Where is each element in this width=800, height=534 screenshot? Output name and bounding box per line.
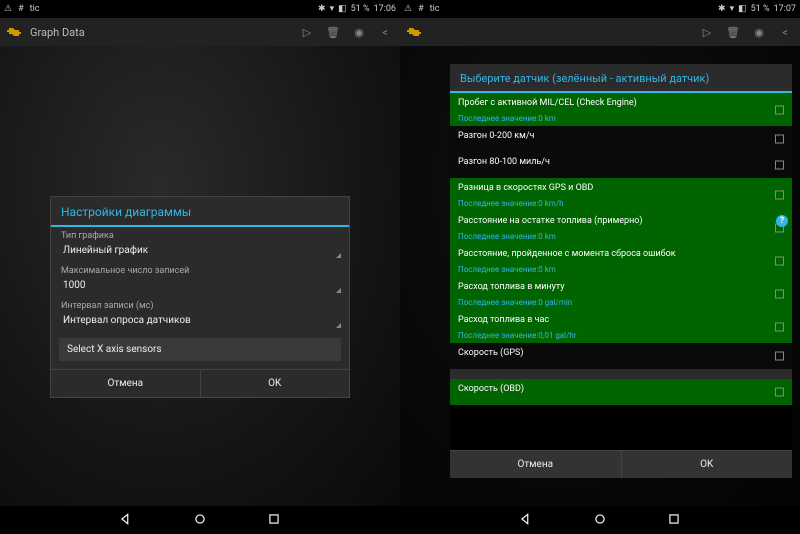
signal-icon: ▾ (330, 4, 335, 14)
content-area: Настройки диаграммы Тип графика Линейный… (0, 46, 400, 506)
play-icon[interactable]: ▷ (298, 26, 316, 39)
target-icon[interactable]: ◉ (750, 26, 768, 39)
recents-button[interactable] (667, 511, 681, 530)
battery-pct: 51 % (351, 4, 370, 14)
hash-icon: # (418, 4, 424, 14)
sensor-item[interactable]: Разгон 80-100 миль/ч (450, 152, 792, 178)
sensor-item[interactable]: Расстояние на остатке топлива (примерно)… (450, 211, 792, 244)
sensor-list[interactable]: Пробег с активной MIL/CEL (Check Engine)… (450, 93, 792, 450)
sensor-item[interactable]: Скорость (GPS) (450, 343, 792, 369)
navbar (0, 506, 400, 534)
dialog-title: Настройки диаграммы (51, 197, 349, 227)
sensor-checkbox[interactable] (775, 322, 784, 331)
home-button[interactable] (593, 511, 607, 530)
warn-icon: ⚠ (404, 4, 412, 14)
trash-icon[interactable]: 🗑 (324, 26, 342, 39)
dialog-title: Выберите датчик (зелённый - активный дат… (450, 64, 792, 93)
tic-label: tic (30, 4, 40, 14)
sensor-item[interactable]: Пробег с активной MIL/CEL (Check Engine)… (450, 93, 792, 126)
sensor-item[interactable]: Разница в скоростях GPS и OBD Последнее з… (450, 178, 792, 211)
bluetooth-icon: ✱ (318, 4, 326, 14)
cancel-button[interactable]: Отмена (450, 451, 622, 478)
trash-icon[interactable]: 🗑 (724, 26, 742, 39)
sensor-last-value: Последнее значение:0 km (458, 114, 784, 123)
share-icon[interactable]: < (776, 26, 794, 39)
sensor-checkbox[interactable] (775, 105, 784, 114)
sensor-checkbox[interactable] (775, 289, 784, 298)
clock: 17:06 (374, 4, 396, 14)
engine-icon (6, 26, 22, 38)
play-icon[interactable]: ▷ (698, 26, 716, 39)
battery-pct: 51 % (751, 4, 770, 14)
recents-button[interactable] (267, 511, 281, 530)
clock: 17:07 (774, 4, 796, 14)
sensor-checkbox[interactable] (775, 135, 784, 144)
sensor-last-value: Последнее значение:0 km (458, 232, 784, 241)
content-area: Выберите датчик (зелённый - активный дат… (400, 46, 800, 506)
bluetooth-icon: ✱ (718, 4, 726, 14)
field-interval[interactable]: Интервал записи (мс) Интервал опроса дат… (51, 297, 349, 332)
sensor-checkbox[interactable] (775, 190, 784, 199)
sensor-title: Скорость (GPS) (458, 348, 784, 358)
select-x-axis-button[interactable]: Select X axis sensors (59, 338, 341, 361)
statusbar: ⚠ # tic ✱ ▾ ◧ 51 % 17:07 (400, 0, 800, 18)
sensor-item[interactable]: Расстояние, пройденное с момента сброса … (450, 244, 792, 277)
sensor-last-value: Последнее значение:0 km (458, 265, 784, 274)
battery-icon: ◧ (738, 4, 747, 14)
appbar: Graph Data ▷ 🗑 ◉ < (0, 18, 400, 46)
sensor-last-value: Последнее значение:0 gal/min (458, 298, 784, 307)
sensor-item[interactable]: Разгон 0-200 км/ч (450, 126, 792, 152)
signal-icon: ▾ (730, 4, 735, 14)
home-button[interactable] (193, 511, 207, 530)
ok-button[interactable]: OK (201, 370, 350, 397)
target-icon[interactable]: ◉ (350, 26, 368, 39)
sensor-title: Разница в скоростях GPS и OBD (458, 183, 784, 193)
hash-icon: # (18, 4, 24, 14)
back-button[interactable] (519, 511, 533, 530)
field-chart-type[interactable]: Тип графика Линейный график (51, 227, 349, 262)
sensor-select-dialog: Выберите датчик (зелённый - активный дат… (450, 64, 792, 478)
chart-settings-dialog: Настройки диаграммы Тип графика Линейный… (50, 196, 350, 398)
appbar: Graph Data ▷ 🗑 ◉ < (400, 18, 800, 46)
navbar (400, 506, 800, 534)
sensor-checkbox[interactable] (775, 256, 784, 265)
help-icon[interactable]: ? (776, 215, 788, 227)
share-icon[interactable]: < (376, 26, 394, 39)
ok-button[interactable]: OK (622, 451, 793, 478)
battery-icon: ◧ (338, 4, 347, 14)
appbar-title: Graph Data (30, 26, 290, 39)
sensor-title: Разгон 0-200 км/ч (458, 131, 784, 141)
field-max-records[interactable]: Максимальное число записей 1000 (51, 262, 349, 297)
sensor-last-value: Последнее значение:0,01 gal/hr (458, 331, 784, 340)
sensor-checkbox[interactable] (775, 388, 784, 397)
sensor-title: Пробег с активной MIL/CEL (Check Engine) (458, 98, 784, 108)
sensor-title: Расстояние, пройденное с момента сброса … (458, 249, 784, 259)
tic-label: tic (430, 4, 440, 14)
cancel-button[interactable]: Отмена (51, 370, 201, 397)
sensor-title: Расход топлива в минуту (458, 282, 784, 292)
screen-right: ⚠ # tic ✱ ▾ ◧ 51 % 17:07 Graph Data ▷ 🗑 … (400, 0, 800, 534)
sensor-title: Расстояние на остатке топлива (примерно) (458, 216, 784, 226)
engine-icon (406, 26, 422, 38)
sensor-last-value: Последнее значение:0 km/h (458, 199, 784, 208)
screen-left: ⚠ # tic ✱ ▾ ◧ 51 % 17:06 Graph Data ▷ 🗑 … (0, 0, 400, 534)
sensor-title: Скорость (OBD) (458, 384, 784, 394)
back-button[interactable] (119, 511, 133, 530)
sensor-title: Расход топлива в час (458, 315, 784, 325)
warn-icon: ⚠ (4, 4, 12, 14)
sensor-item[interactable]: Расход топлива в минуту Последнее значени… (450, 277, 792, 310)
sensor-title: Разгон 80-100 миль/ч (458, 157, 784, 167)
sensor-item[interactable]: Расход топлива в час Последнее значение:0… (450, 310, 792, 343)
sensor-checkbox[interactable] (775, 352, 784, 361)
statusbar: ⚠ # tic ✱ ▾ ◧ 51 % 17:06 (0, 0, 400, 18)
sensor-checkbox[interactable] (775, 161, 784, 170)
sensor-item[interactable]: Скорость (OBD) (450, 379, 792, 405)
